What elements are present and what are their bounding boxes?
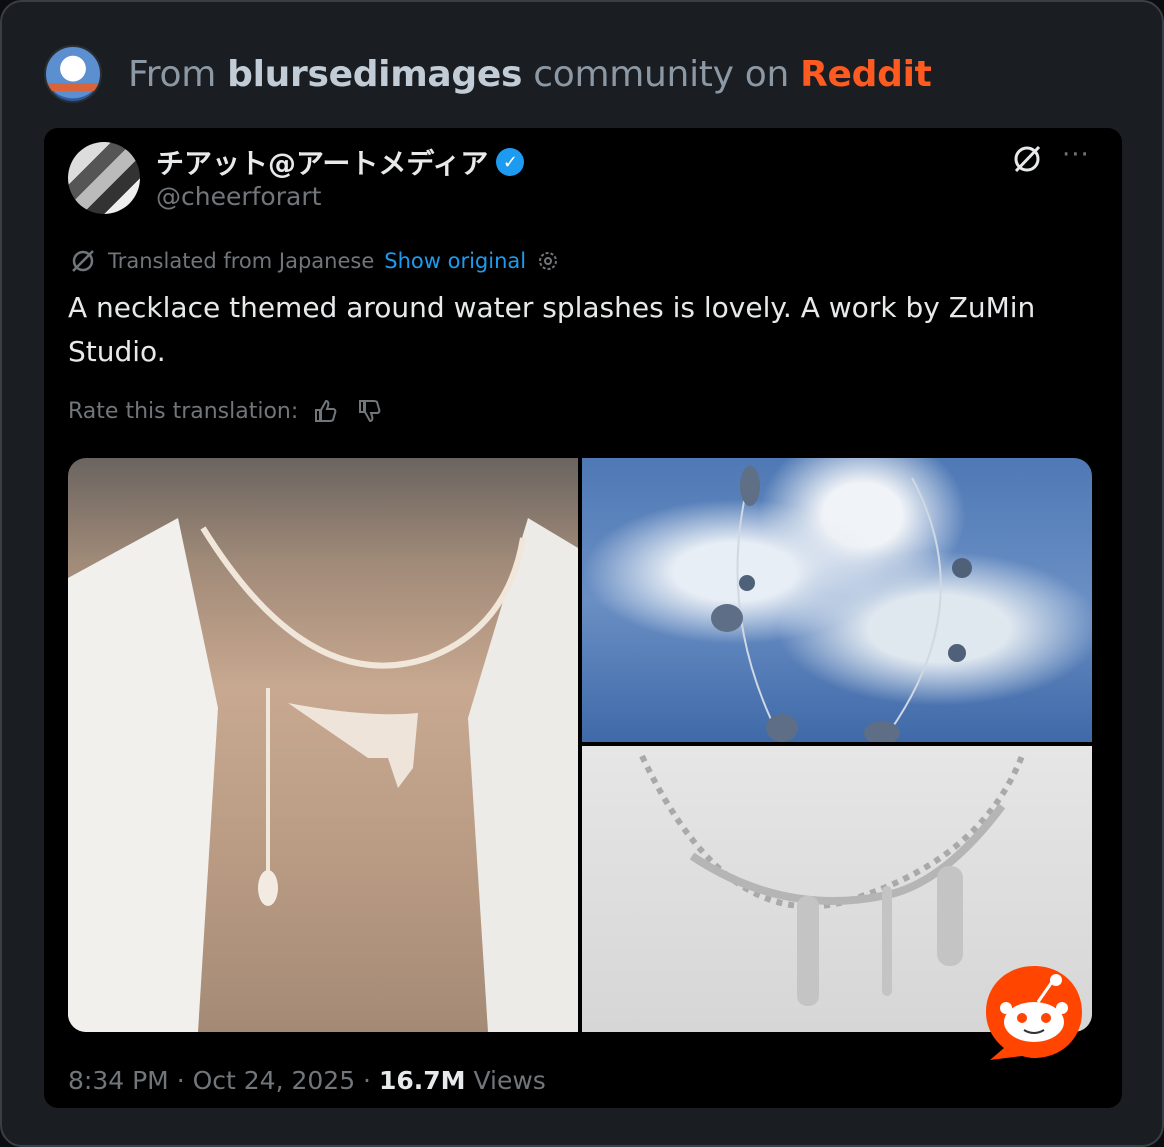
translate-icon [72, 250, 94, 272]
author-avatar[interactable] [68, 142, 140, 214]
tweet-text: A necklace themed around water splashes … [68, 291, 1036, 368]
header-prefix: From [128, 53, 216, 95]
header-text: From blursedimages community on Reddit [128, 54, 932, 95]
tweet-meta: 8:34 PM · Oct 24, 2025 · 16.7M Views [68, 1066, 546, 1095]
media-grid [68, 458, 1092, 1032]
header-middle: community on [533, 53, 789, 95]
views-label: Views [473, 1066, 546, 1095]
settings-icon[interactable] [536, 249, 560, 273]
meta-separator: · [363, 1066, 371, 1095]
verified-icon: ✓ [496, 148, 525, 176]
tweet-card: チアット@アートメディア ✓ @cheerforart ··· Translat… [44, 128, 1122, 1108]
tweet-date[interactable]: Oct 24, 2025 [193, 1066, 356, 1095]
views-count: 16.7M [378, 1066, 466, 1095]
translated-label: Translated from Japanese [108, 249, 375, 273]
thumbs-up-icon[interactable] [312, 398, 338, 424]
necklace-photo-neck[interactable] [68, 458, 578, 1032]
author-name[interactable]: チアット@アートメディア [156, 142, 488, 182]
show-original-link[interactable]: Show original [384, 249, 526, 273]
grok-icon[interactable] [1012, 144, 1042, 174]
thumbs-down-icon[interactable] [356, 398, 382, 424]
more-icon[interactable]: ··· [1062, 140, 1090, 170]
embed-card: From blursedimages community on Reddit チ… [0, 0, 1164, 1147]
tweet-time[interactable]: 8:34 PM [68, 1066, 169, 1095]
meta-separator: · [176, 1066, 185, 1095]
translation-row: Translated from Japanese Show original [70, 248, 560, 274]
reddit-snoo-icon[interactable] [982, 962, 1086, 1062]
rate-translation-row: Rate this translation: [68, 398, 382, 424]
reddit-link[interactable]: Reddit [800, 54, 932, 95]
subreddit-avatar-icon[interactable] [44, 45, 102, 103]
necklace-photo-sky[interactable] [582, 458, 1092, 745]
community-link[interactable]: blursedimages [227, 54, 522, 95]
author-handle[interactable]: @cheerforart [156, 182, 321, 211]
rate-label: Rate this translation: [68, 398, 299, 424]
author-name-row: チアット@アートメディア ✓ [156, 142, 525, 182]
embed-header: From blursedimages community on Reddit [44, 44, 932, 104]
